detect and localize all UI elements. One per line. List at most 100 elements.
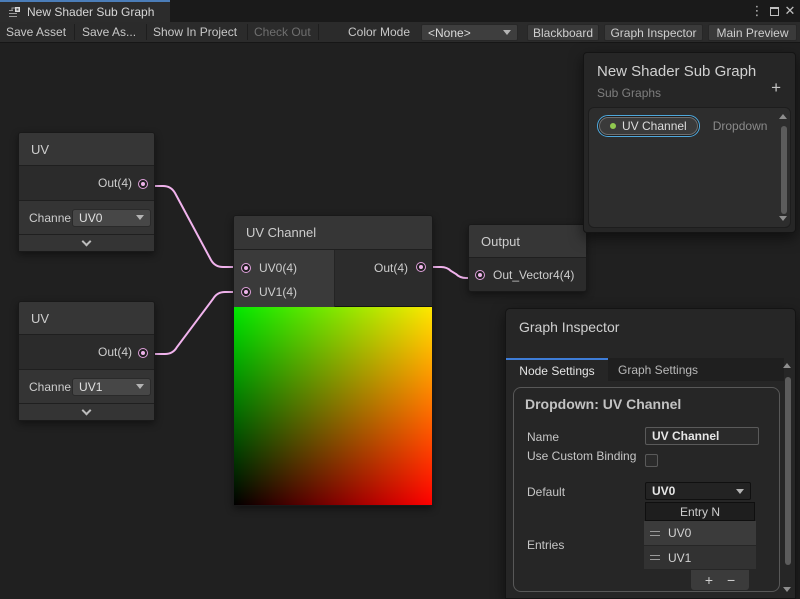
save-asset-button[interactable]: Save Asset [6,22,66,42]
node-preview [234,307,432,505]
save-as-button[interactable]: Save As... [82,22,136,42]
inspector-header: Dropdown: UV Channel [525,396,681,412]
dropdown-arrow-icon [136,384,144,389]
port-label-out: Out(4) [374,261,408,275]
add-entry-button[interactable]: + [705,572,713,588]
tab-node-settings[interactable]: Node Settings [506,358,608,381]
port-label-out: Out(4) [98,176,132,190]
channel-label: Channe [29,211,71,225]
toolbar-separator [318,24,319,40]
title-bar: New Shader Sub Graph ⋮ ✕ [0,0,800,22]
channel-value: UV1 [79,380,102,394]
node-uv-channel[interactable]: UV Channel UV0(4) UV1(4) Out(4) [233,215,433,506]
channel-dropdown[interactable]: UV1 [72,378,151,396]
color-mode-dropdown[interactable]: <None> [421,24,518,41]
blackboard-panel: New Shader Sub Graph Sub Graphs + UV Cha… [583,52,796,233]
color-mode-value: <None> [428,26,471,40]
input-port[interactable] [475,270,485,280]
entry-row[interactable]: UV0 [644,521,756,545]
document-tab[interactable]: New Shader Sub Graph [0,0,170,22]
input-port-uv1[interactable] [241,287,251,297]
blackboard-content: UV Channel Dropdown [588,107,791,228]
window-menu-icon[interactable]: ⋮ [748,0,766,22]
inspector-scrollbar[interactable] [782,361,793,596]
entry-row[interactable]: UV1 [644,546,756,569]
entries-list-footer: + − [690,570,750,591]
property-type: Dropdown [713,119,768,133]
scroll-up-icon[interactable] [783,363,791,368]
color-mode-label: Color Mode [348,22,410,42]
channel-dropdown[interactable]: UV0 [72,209,151,227]
edge-uv1[interactable] [147,292,240,354]
add-property-button[interactable]: + [771,81,781,95]
entry-value: UV0 [668,526,691,540]
toolbar-separator [146,24,147,40]
blackboard-toggle-button[interactable]: Blackboard [527,24,599,41]
tab-title: New Shader Sub Graph [27,5,154,19]
name-label: Name [527,430,559,444]
property-row[interactable]: UV Channel Dropdown [597,115,767,137]
blackboard-subtitle: Sub Graphs [597,86,661,100]
remove-entry-button[interactable]: − [727,572,735,588]
blackboard-scrollbar[interactable] [778,112,789,223]
use-custom-binding-checkbox[interactable] [645,454,658,467]
dropdown-arrow-icon [503,30,511,35]
default-label: Default [527,485,565,499]
input-port-uv0[interactable] [241,263,251,273]
shader-graph-window: New Shader Sub Graph ⋮ ✕ Save Asset Save… [0,0,800,599]
toolbar-separator [74,24,75,40]
node-output[interactable]: Output Out_Vector4(4) [468,224,587,292]
inspector-title: Graph Inspector [519,319,619,335]
use-custom-binding-label: Use Custom Binding [527,449,639,465]
scrollbar-thumb[interactable] [781,126,787,214]
exposed-dot-icon [610,123,616,129]
scroll-down-icon[interactable] [783,587,791,592]
toolbar-separator [247,24,248,40]
main-preview-toggle-button[interactable]: Main Preview [708,24,797,41]
entries-list-header: Entry N [645,502,755,521]
collapse-preview-button[interactable] [19,404,154,420]
output-port[interactable] [138,348,148,358]
default-dropdown[interactable]: UV0 [645,482,751,500]
node-uv-top[interactable]: UV Out(4) Channe UV0 [18,132,155,252]
node-title[interactable]: Output [469,225,586,258]
entry-value: UV1 [668,551,691,565]
edge-uv0[interactable] [147,186,240,267]
dropdown-arrow-icon [736,489,744,494]
port-label-out-vector4: Out_Vector4(4) [493,268,574,282]
node-uv-bottom[interactable]: UV Out(4) Channe UV1 [18,301,155,421]
scroll-down-icon[interactable] [779,216,787,221]
node-title[interactable]: UV [19,133,154,166]
collapse-preview-button[interactable] [19,235,154,251]
scroll-up-icon[interactable] [779,114,787,119]
output-port[interactable] [138,179,148,189]
collapse-chevron-icon [82,406,92,416]
output-port[interactable] [416,262,426,272]
channel-label: Channe [29,380,71,394]
node-title[interactable]: UV [19,302,154,335]
tab-graph-settings[interactable]: Graph Settings [618,358,698,381]
name-field[interactable]: UV Channel [645,427,759,445]
maximize-glyph [770,7,779,16]
node-title[interactable]: UV Channel [234,216,432,250]
toolbar: Save Asset Save As... Show In Project Ch… [0,22,800,43]
check-out-button: Check Out [254,22,311,42]
port-label-out: Out(4) [98,345,132,359]
graph-inspector-toggle-button[interactable]: Graph Inspector [604,24,703,41]
scrollbar-thumb[interactable] [785,377,791,565]
property-pill-selected[interactable]: UV Channel [597,115,700,137]
drag-handle-icon[interactable] [650,555,660,560]
channel-value: UV0 [79,211,102,225]
port-label-uv1: UV1(4) [259,285,297,299]
entries-label: Entries [527,538,564,552]
graph-inspector-panel: Graph Inspector Node Settings Graph Sett… [505,308,796,599]
sub-graph-asset-icon [8,6,21,19]
blackboard-title: New Shader Sub Graph [597,63,756,80]
node-settings-content: Dropdown: UV Channel Name UV Channel Use… [513,387,780,592]
drag-handle-icon[interactable] [650,531,660,536]
property-name: UV Channel [622,119,687,133]
collapse-chevron-icon [82,237,92,247]
port-label-uv0: UV0(4) [259,261,297,275]
close-icon[interactable]: ✕ [781,0,799,22]
show-in-project-button[interactable]: Show In Project [153,22,237,42]
